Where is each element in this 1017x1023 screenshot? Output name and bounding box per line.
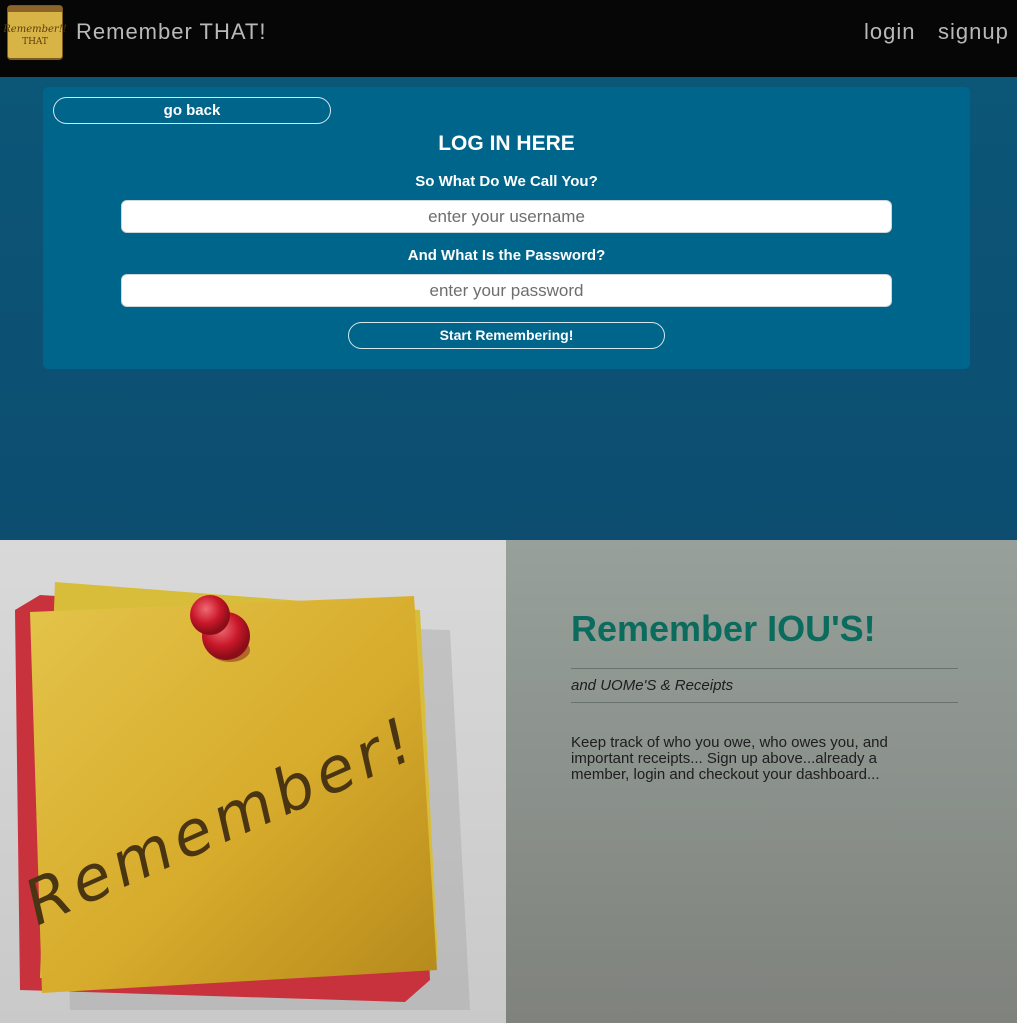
start-remembering-button[interactable]: Start Remembering! <box>348 322 665 349</box>
sticky-note-illustration: Remember! <box>14 582 470 1010</box>
logo-icon[interactable]: Remember!! THAT <box>4 2 66 62</box>
navbar: Remember!! THAT Remember THAT! login sig… <box>0 0 1017 77</box>
brand-title[interactable]: Remember THAT! <box>76 19 266 45</box>
login-title: LOG IN HERE <box>438 132 575 155</box>
go-back-button[interactable]: go back <box>53 97 331 124</box>
login-link[interactable]: login <box>864 19 915 45</box>
password-input[interactable] <box>121 274 892 307</box>
signup-link[interactable]: signup <box>938 19 1009 45</box>
login-panel: go back LOG IN HERE So What Do We Call Y… <box>43 87 970 369</box>
password-label: And What Is the Password? <box>407 247 606 264</box>
logo-text-1: Remember!! <box>4 24 66 35</box>
divider-top <box>571 668 958 669</box>
divider-bottom <box>571 702 958 703</box>
feature-description: Keep track of who you owe, who owes you,… <box>571 734 888 783</box>
logo-text-2: THAT <box>22 37 48 47</box>
feature-title: Remember IOU'S! <box>571 608 876 649</box>
feature-image: Remember! <box>0 540 506 1023</box>
feature-text-section: Remember IOU'S! and UOMe'S & Receipts Ke… <box>506 540 1017 1023</box>
username-input[interactable] <box>121 200 892 233</box>
username-label: So What Do We Call You? <box>415 173 598 190</box>
feature-subtitle: and UOMe'S & Receipts <box>571 677 734 694</box>
